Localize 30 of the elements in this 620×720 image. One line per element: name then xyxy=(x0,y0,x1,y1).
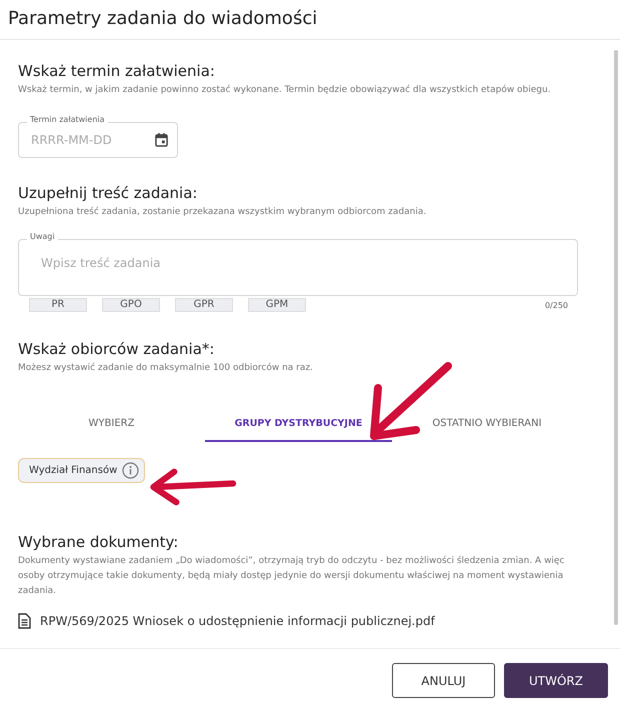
group-chip[interactable]: Wydział Finansów xyxy=(18,458,146,483)
file-name[interactable]: RPW/569/2025 Wniosek o udostępnienie informacji publicznej.pdf xyxy=(40,614,435,628)
shortcut-button[interactable]: GPR xyxy=(175,298,233,312)
dialog-title: Parametry zadania do wiadomości xyxy=(0,0,620,40)
tab[interactable]: WYBIERZ xyxy=(18,406,205,442)
character-counter: 0/250 xyxy=(544,300,569,310)
tab[interactable]: GRUPY DYSTRYBUCYJNE xyxy=(205,406,392,442)
remarks-field[interactable]: Wpisz treść zadania xyxy=(18,239,578,296)
tab[interactable]: OSTATNIO WYBIERANI xyxy=(402,406,572,442)
group-label: Wydział Finansów xyxy=(29,465,118,476)
create-button[interactable]: UTWÓRZ xyxy=(504,663,608,698)
section-heading: Wskaż obiorców zadania*: xyxy=(18,340,214,358)
shortcut-button[interactable]: PR xyxy=(29,298,87,312)
date-field[interactable]: RRRR-MM-DD xyxy=(18,122,178,158)
section-description: Wskaż termin, w jakim zadanie powinno zostać wykonane. Termin będzie obowiązywać dla wszystkich etapów obiegu. xyxy=(18,84,551,97)
info-icon[interactable] xyxy=(122,462,140,479)
shortcut-button[interactable]: GPO xyxy=(102,298,160,312)
shortcut-button[interactable]: GPM xyxy=(248,298,306,312)
cancel-button[interactable]: ANULUJ xyxy=(392,663,495,698)
section-heading: Wskaż termin załatwienia: xyxy=(18,62,215,80)
calendar-icon[interactable] xyxy=(155,133,168,147)
field-label: Uwagi xyxy=(27,232,58,241)
section-description: Możesz wystawić zadanie do maksymalnie 100 odbiorców na raz. xyxy=(18,362,313,375)
document-icon xyxy=(18,613,31,629)
section-description: Dokumenty wystawiane zadaniem „Do wiadomości”, otrzymają tryb do odczytu - bez możliwości śledzenia zmian. A więc osoby otrzymujące takie dokumenty, będą miały dostęp jedynie do wersji dokumentu właściwej na moment wystawienia zadania. xyxy=(18,554,566,598)
section-heading: Wybrane dokumenty: xyxy=(18,533,178,551)
field-label: Termin załatwienia xyxy=(27,115,108,124)
section-description: Uzupełniona treść zadania, zostanie przekazana wszystkim wybranym odbiorcom zadania. xyxy=(18,206,426,219)
section-heading: Uzupełnij treść zadania: xyxy=(18,184,198,202)
scrollbar[interactable] xyxy=(614,50,618,625)
